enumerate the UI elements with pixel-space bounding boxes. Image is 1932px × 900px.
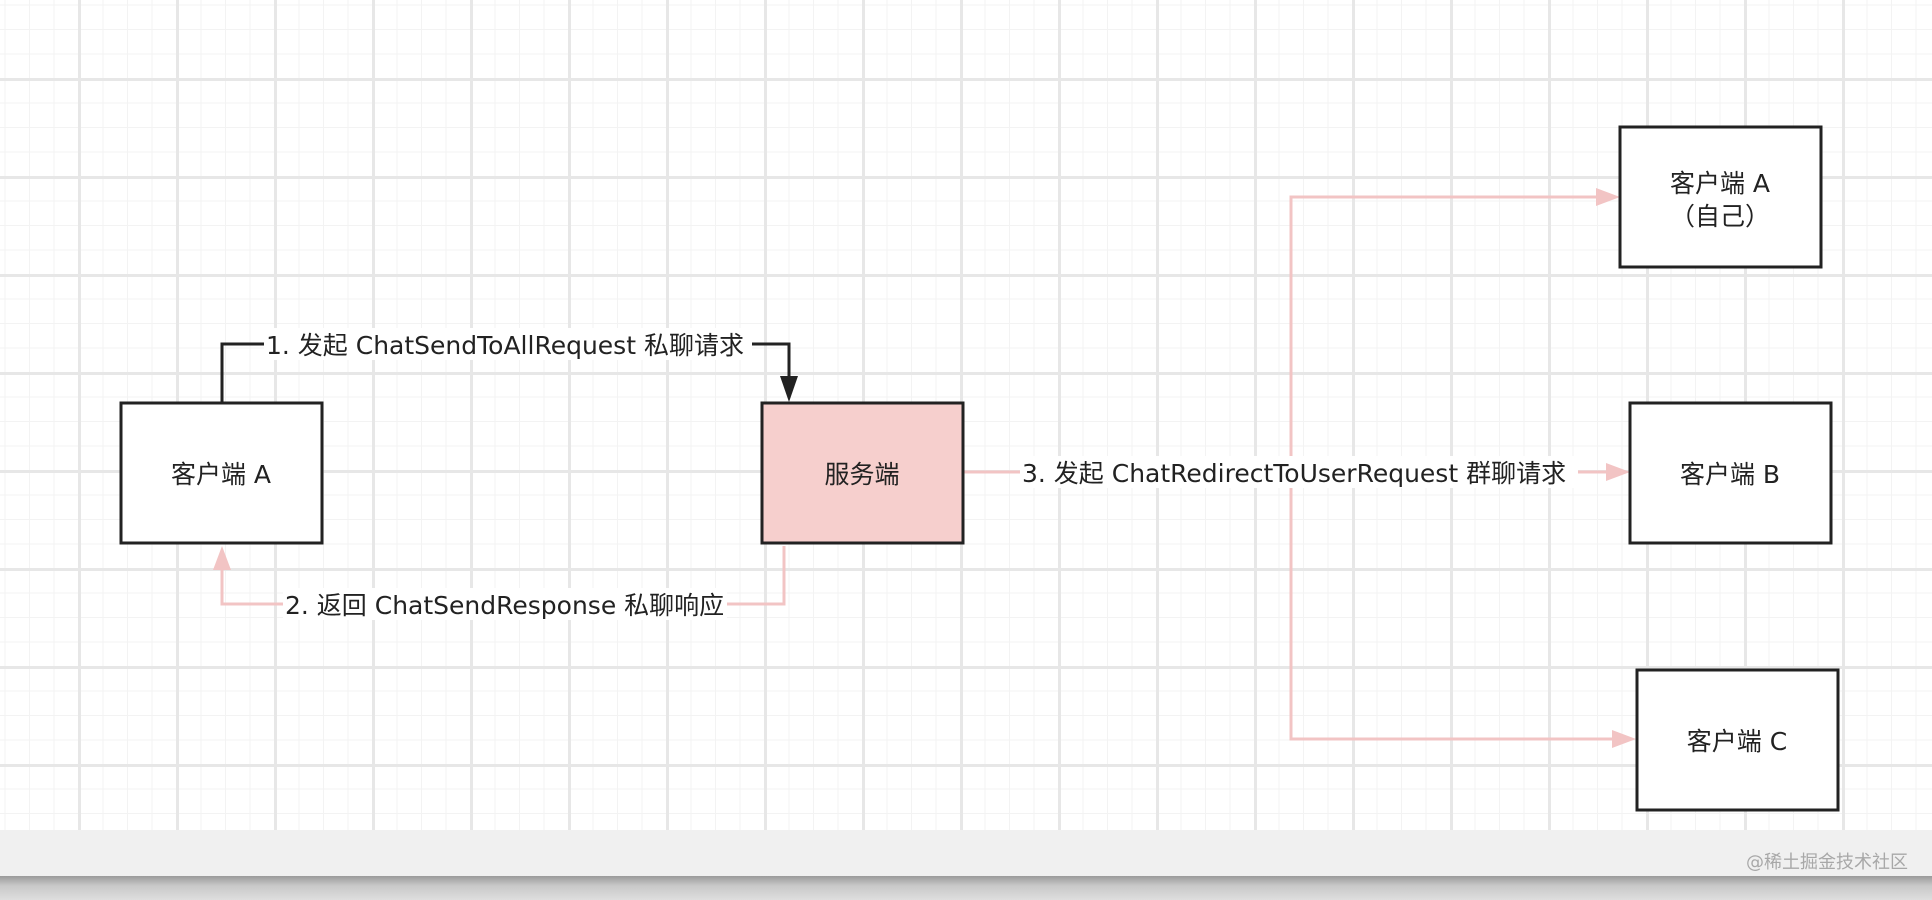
edge-branch-c-arrowhead: [1612, 730, 1636, 748]
edge-branch-self-line: [1289, 195, 1600, 472]
node-client-a-self-sublabel: （自己）: [1670, 202, 1770, 231]
node-client-a-left-label: 客户端 A: [171, 460, 271, 489]
edge-step3-arrowhead: [1606, 463, 1630, 481]
edge-step1-arrowhead: [780, 376, 798, 402]
bottom-bar: [0, 830, 1932, 880]
edge-step2-arrowhead: [213, 546, 231, 570]
edge-branch-self-arrowhead: [1596, 188, 1620, 206]
edge-step3-label: 3. 发起 ChatRedirectToUserRequest 群聊请求: [1022, 459, 1566, 488]
diagram-stage: 1. 发起 ChatSendToAllRequest 私聊请求 2. 返回 Ch…: [0, 0, 1932, 900]
diagram-svg: 1. 发起 ChatSendToAllRequest 私聊请求 2. 返回 Ch…: [119, 125, 1840, 812]
node-client-c-label: 客户端 C: [1687, 727, 1787, 756]
bottom-shadow: [0, 876, 1932, 900]
watermark-text: @稀土掘金技术社区: [1746, 852, 1908, 873]
node-client-a-self-label: 客户端 A: [1670, 169, 1770, 198]
edge-branch-c-line: [1289, 472, 1616, 741]
node-server-label: 服务端: [824, 460, 899, 489]
edge-step2-label: 2. 返回 ChatSendResponse 私聊响应: [285, 591, 724, 620]
node-client-b-label: 客户端 B: [1680, 460, 1780, 489]
edge-step1-label: 1. 发起 ChatSendToAllRequest 私聊请求: [266, 331, 744, 360]
